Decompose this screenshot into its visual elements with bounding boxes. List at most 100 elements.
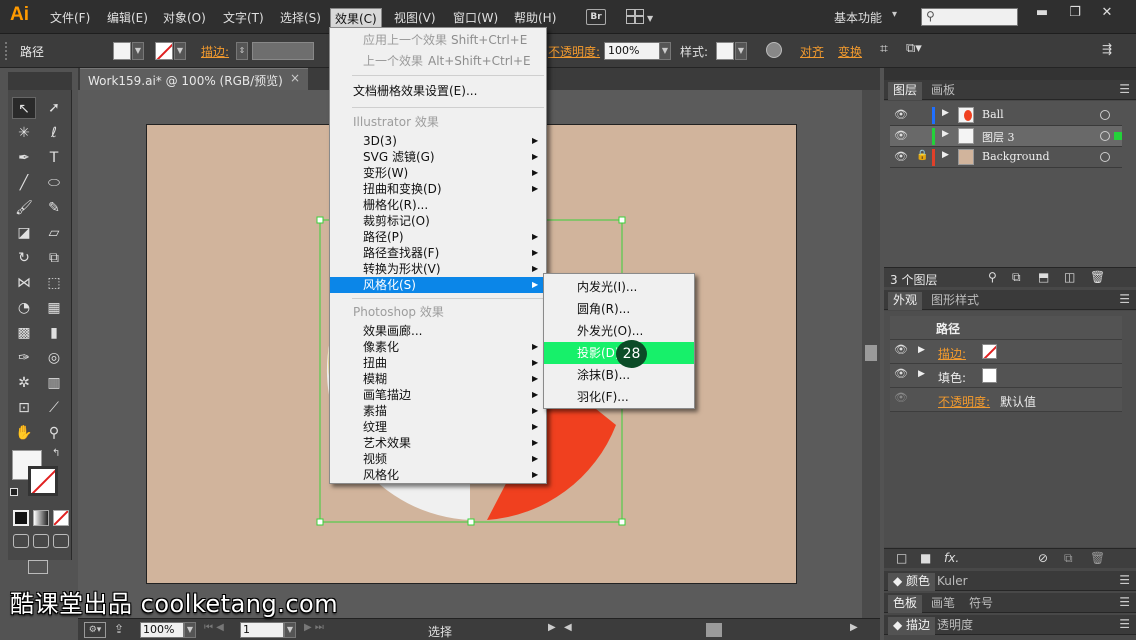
target-icon[interactable]: [1100, 152, 1110, 162]
appearance-fill-row[interactable]: 👁 ▶ 填色:: [890, 364, 1122, 388]
expand-triangle-icon[interactable]: ▶: [942, 150, 949, 160]
chevron-down-icon[interactable]: ▼: [184, 622, 196, 638]
layer-row-layer3[interactable]: 👁 ▶ 图层 3: [890, 126, 1122, 147]
panel-menu-icon[interactable]: ☰: [1119, 82, 1130, 96]
tab-swatches[interactable]: 色板: [888, 595, 923, 613]
layer-name[interactable]: Ball: [982, 108, 1004, 121]
target-icon[interactable]: [1100, 110, 1110, 120]
scroll-right-icon[interactable]: ▶: [850, 622, 858, 633]
menu-pathfinder[interactable]: 路径查找器(F) ▶: [330, 245, 546, 261]
scrollbar-thumb[interactable]: [865, 345, 877, 361]
panel-menu-icon[interactable]: ☰: [1119, 292, 1130, 306]
target-icon[interactable]: [1100, 131, 1110, 141]
menu-brush-strokes[interactable]: 画笔描边 ▶: [330, 387, 546, 403]
locate-object-icon[interactable]: ⚲: [988, 270, 997, 284]
expand-triangle-icon[interactable]: ▶: [942, 108, 949, 118]
chevron-down-icon[interactable]: ▼: [284, 622, 296, 638]
export-icon[interactable]: ⇪: [114, 622, 124, 636]
menu-stylize-photoshop[interactable]: 风格化 ▶: [330, 467, 546, 483]
tab-appearance[interactable]: 外观: [888, 292, 923, 310]
tab-graphic-styles[interactable]: 图形样式: [926, 292, 984, 310]
bbox-handle[interactable]: [618, 216, 626, 224]
menu-rasterize[interactable]: 栅格化(R)...: [330, 197, 546, 213]
horizontal-scrollbar-thumb[interactable]: [706, 623, 722, 637]
layer-row-ball[interactable]: 👁 ▶ Ball: [890, 105, 1122, 126]
menu-video[interactable]: 视频 ▶: [330, 451, 546, 467]
add-effect-icon[interactable]: fx.: [944, 551, 959, 565]
menu-path[interactable]: 路径(P) ▶: [330, 229, 546, 245]
menu-last-effect[interactable]: 上一个效果 Alt+Shift+Ctrl+E: [330, 53, 546, 69]
bbox-handle[interactable]: [618, 518, 626, 526]
add-fill-icon[interactable]: ■: [920, 551, 931, 565]
menu-inner-glow[interactable]: 内发光(I)...: [544, 276, 694, 298]
menu-effect-gallery[interactable]: 效果画廊...: [330, 323, 546, 339]
expand-triangle-icon[interactable]: ▶: [942, 129, 949, 139]
trash-icon[interactable]: 🗑: [1090, 270, 1105, 284]
selected-art-indicator[interactable]: [1114, 132, 1122, 140]
trash-icon[interactable]: 🗑: [1090, 551, 1105, 565]
menu-blur[interactable]: 模糊 ▶: [330, 371, 546, 387]
status-arrow-icon[interactable]: ▶: [548, 622, 556, 633]
stroke-swatch[interactable]: [982, 344, 997, 359]
layer-name[interactable]: Background: [982, 150, 1050, 163]
clipping-mask-icon[interactable]: ⧉: [1012, 270, 1021, 285]
tab-artboards[interactable]: 画板: [926, 82, 960, 100]
menu-svg-filters[interactable]: SVG 滤镜(G) ▶: [330, 149, 546, 165]
menu-distort[interactable]: 扭曲 ▶: [330, 355, 546, 371]
new-layer-icon[interactable]: ◫: [1064, 270, 1075, 284]
eye-icon[interactable]: 👁: [894, 108, 908, 121]
opacity-link[interactable]: 不透明度:: [938, 393, 990, 410]
appearance-stroke-row[interactable]: 👁 ▶ 描边:: [890, 340, 1122, 364]
vertical-scrollbar[interactable]: [862, 90, 880, 618]
bbox-handle[interactable]: [467, 518, 475, 526]
appearance-opacity-row[interactable]: 👁 不透明度: 默认值: [890, 388, 1122, 412]
zoom-input[interactable]: 100%: [140, 622, 184, 638]
eye-icon[interactable]: 👁: [894, 150, 908, 163]
expand-triangle-icon[interactable]: ▶: [918, 345, 925, 355]
bbox-handle[interactable]: [316, 518, 324, 526]
menu-feather[interactable]: 羽化(F)...: [544, 386, 694, 408]
menu-warp[interactable]: 变形(W) ▶: [330, 165, 546, 181]
expand-triangle-icon[interactable]: ▶: [918, 369, 925, 379]
eye-icon[interactable]: 👁: [894, 343, 908, 356]
gpu-icon[interactable]: ⚙▾: [84, 622, 106, 638]
tab-brushes[interactable]: 画笔: [926, 595, 960, 613]
menu-round-corners[interactable]: 圆角(R)...: [544, 298, 694, 320]
menu-pixelate[interactable]: 像素化 ▶: [330, 339, 546, 355]
first-page-icon[interactable]: ⏮ ◀: [204, 622, 224, 633]
panel-menu-icon[interactable]: ☰: [1119, 573, 1130, 587]
eye-icon[interactable]: 👁: [894, 367, 908, 380]
eye-icon[interactable]: 👁: [894, 391, 908, 404]
clear-appearance-icon[interactable]: ⊘: [1038, 551, 1048, 565]
menu-apply-last-effect[interactable]: 应用上一个效果 Shift+Ctrl+E: [330, 32, 546, 48]
duplicate-item-icon[interactable]: ⧉: [1064, 551, 1073, 566]
menu-texture[interactable]: 纹理 ▶: [330, 419, 546, 435]
menu-raster-effect-settings[interactable]: 文档栅格效果设置(E)...: [330, 83, 546, 99]
panel-menu-icon[interactable]: ☰: [1119, 617, 1130, 631]
tab-color[interactable]: ◆ 颜色: [888, 573, 936, 591]
menu-stylize-illustrator[interactable]: 风格化(S) ▶: [330, 277, 546, 293]
new-sublayer-icon[interactable]: ⬒: [1038, 270, 1049, 284]
menu-crop-marks[interactable]: 裁剪标记(O): [330, 213, 546, 229]
tab-layers[interactable]: 图层: [888, 82, 923, 100]
menu-artistic[interactable]: 艺术效果 ▶: [330, 435, 546, 451]
tab-transparency[interactable]: 透明度: [932, 617, 978, 635]
menu-outer-glow[interactable]: 外发光(O)...: [544, 320, 694, 342]
next-page-icon[interactable]: ▶ ⏭: [304, 622, 324, 633]
fill-swatch[interactable]: [982, 368, 997, 383]
stroke-label[interactable]: 描边:: [938, 345, 966, 362]
tab-stroke[interactable]: ◆ 描边: [888, 617, 936, 635]
menu-sketch[interactable]: 素描 ▶: [330, 403, 546, 419]
menu-scribble[interactable]: 涂抹(B)...: [544, 364, 694, 386]
panel-menu-icon[interactable]: ☰: [1119, 595, 1130, 609]
add-stroke-icon[interactable]: □: [896, 551, 907, 565]
menu-3d[interactable]: 3D(3) ▶: [330, 133, 546, 149]
lock-icon[interactable]: 🔒: [916, 150, 928, 161]
eye-icon[interactable]: 👁: [894, 129, 908, 142]
menu-convert-to-shape[interactable]: 转换为形状(V) ▶: [330, 261, 546, 277]
layer-row-background[interactable]: 👁 🔒 ▶ Background: [890, 147, 1122, 168]
tab-symbols[interactable]: 符号: [964, 595, 998, 613]
layer-name[interactable]: 图层 3: [982, 129, 1015, 145]
tab-kuler[interactable]: Kuler: [932, 573, 973, 591]
menu-distort-transform[interactable]: 扭曲和变换(D) ▶: [330, 181, 546, 197]
